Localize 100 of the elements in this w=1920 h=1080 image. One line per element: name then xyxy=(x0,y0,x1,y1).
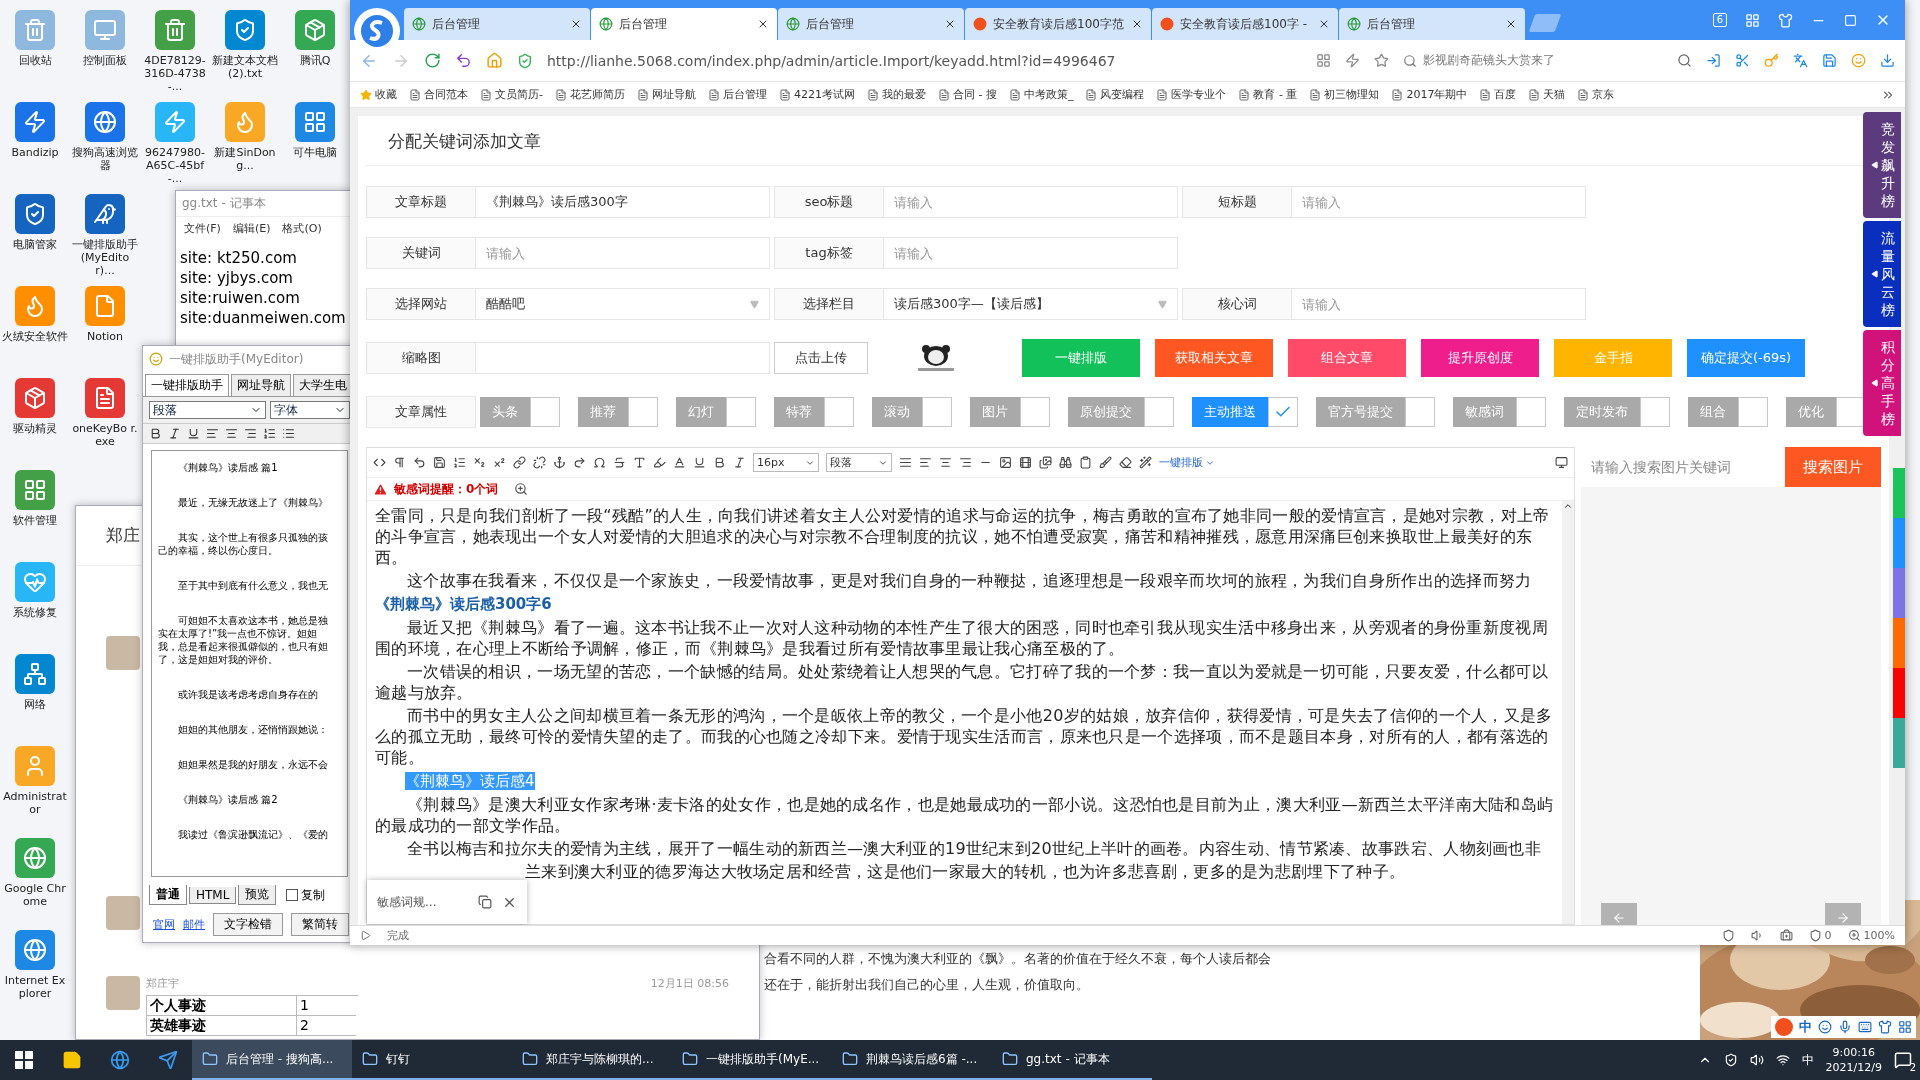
input-field[interactable]: 《荆棘鸟》读后感300字 xyxy=(476,186,770,218)
align-center-icon[interactable] xyxy=(939,456,952,469)
input-mode[interactable]: 中 xyxy=(1799,1018,1812,1036)
checkbox[interactable] xyxy=(1738,397,1768,427)
desktop-icon[interactable]: 驱动精灵 xyxy=(0,372,70,464)
strikethrough-icon[interactable] xyxy=(613,456,626,469)
translate-icon[interactable] xyxy=(1793,53,1808,68)
checkbox[interactable] xyxy=(726,397,756,427)
desktop-icon[interactable]: Administrator xyxy=(0,740,70,832)
close-icon[interactable] xyxy=(1505,18,1517,30)
align-right-icon[interactable] xyxy=(244,427,257,440)
qr-icon[interactable] xyxy=(1316,53,1331,68)
format-select[interactable]: 段落 xyxy=(826,453,892,472)
input-field[interactable]: 请输入 xyxy=(884,237,1178,269)
align-left-icon[interactable] xyxy=(919,456,932,469)
zoom-icon[interactable] xyxy=(514,482,529,496)
taskbar-item[interactable]: gg.txt - 记事本 xyxy=(992,1040,1152,1080)
font-size-select[interactable]: 16px xyxy=(753,453,819,472)
input-field[interactable] xyxy=(476,342,770,374)
close-icon[interactable] xyxy=(757,18,769,30)
font-color-icon[interactable] xyxy=(673,456,686,469)
browser-tab[interactable]: 安全教育读后感100字 - xyxy=(1152,8,1338,40)
close-icon[interactable] xyxy=(570,18,582,30)
windows-logo-icon[interactable] xyxy=(15,1051,33,1069)
browser-tab[interactable]: 后台管理 xyxy=(591,8,777,40)
align-right-icon[interactable] xyxy=(959,456,972,469)
search-field[interactable]: 影视剧奇葩镜头大赏来了 xyxy=(1403,52,1663,69)
video-icon[interactable] xyxy=(1019,456,1032,469)
menu-item[interactable]: 文件(F) xyxy=(184,221,221,236)
paper-plane-icon[interactable] xyxy=(158,1050,178,1070)
desktop-icon[interactable]: Internet Explorer xyxy=(0,924,70,1016)
numbered-list-icon[interactable] xyxy=(263,427,276,440)
checkbox[interactable] xyxy=(1268,397,1298,427)
anchor-icon[interactable] xyxy=(553,456,566,469)
desktop-icon[interactable]: Bandizip xyxy=(0,96,70,188)
checkbox[interactable] xyxy=(1020,397,1050,427)
lightning-icon[interactable] xyxy=(1345,53,1360,68)
bookmark[interactable]: 网址导航 xyxy=(637,87,696,102)
clock[interactable]: 9:00:16 2021/12/9 xyxy=(1825,1045,1882,1075)
brush-icon[interactable] xyxy=(1099,456,1112,469)
speaker-icon[interactable] xyxy=(1750,929,1764,942)
close-icon[interactable] xyxy=(1131,18,1143,30)
unlink-icon[interactable] xyxy=(533,456,546,469)
link-icon[interactable] xyxy=(513,456,526,469)
rich-text-editor[interactable] xyxy=(366,447,1575,925)
bookmark[interactable]: 百度 xyxy=(1479,87,1517,102)
tab[interactable]: 预览 xyxy=(238,885,277,905)
text-box-icon[interactable] xyxy=(633,456,646,469)
list-icon[interactable] xyxy=(453,456,466,469)
checkbox[interactable] xyxy=(1405,397,1435,427)
fullscreen-icon[interactable] xyxy=(1555,456,1568,469)
desktop-icon[interactable]: 新建SinDong... xyxy=(210,96,280,188)
tab[interactable]: 普通 xyxy=(149,885,187,905)
taskbar-item[interactable]: 后台管理 - 搜狗高... xyxy=(192,1040,352,1080)
taskbar-item[interactable]: 郑庄宇与陈柳琪的... xyxy=(512,1040,672,1080)
eraser-icon[interactable] xyxy=(1119,456,1132,469)
close-icon[interactable] xyxy=(944,18,956,30)
smile-icon[interactable] xyxy=(1818,1020,1832,1034)
search-icon[interactable] xyxy=(1677,53,1692,68)
highlighter-icon[interactable] xyxy=(653,456,666,469)
color-tab[interactable] xyxy=(1893,568,1905,618)
action-button[interactable]: 提升原创度 xyxy=(1421,339,1539,377)
download-icon[interactable] xyxy=(1880,53,1895,68)
taskbar-item[interactable]: 钉钉 xyxy=(352,1040,512,1080)
grid-icon[interactable] xyxy=(1898,1020,1912,1034)
side-tab[interactable]: 积分高手榜 xyxy=(1863,330,1901,436)
select-field[interactable]: 字体 xyxy=(269,401,350,419)
button[interactable]: 繁简转 xyxy=(291,913,349,936)
tab[interactable]: 大学生电 xyxy=(293,374,353,396)
microphone-icon[interactable] xyxy=(1838,1020,1852,1034)
desktop-icon[interactable]: 电脑管家 xyxy=(0,188,70,280)
desktop-icon[interactable]: 96247980-A65C-45bf-... xyxy=(140,96,210,188)
volume-icon[interactable] xyxy=(1749,1053,1764,1067)
bold-icon[interactable] xyxy=(713,456,726,469)
scissors-icon[interactable] xyxy=(1735,53,1750,68)
keyboard-icon[interactable] xyxy=(1858,1020,1872,1034)
color-tab[interactable] xyxy=(1893,518,1905,568)
reload-icon[interactable] xyxy=(424,52,441,69)
select-field[interactable]: 读后感300字—【读后感】 xyxy=(884,288,1178,320)
desktop-icon[interactable]: Google Chrome xyxy=(0,832,70,924)
bookmark[interactable]: 后台管理 xyxy=(708,87,767,102)
desktop-icon[interactable]: Notion xyxy=(70,280,140,372)
checkbox[interactable] xyxy=(628,397,658,427)
bookmark[interactable]: 花艺师简历 xyxy=(555,87,625,102)
bookmark[interactable]: 医学专业个 xyxy=(1156,87,1227,102)
input-method[interactable]: 中 xyxy=(1801,1051,1814,1069)
menu-item[interactable]: 格式(O) xyxy=(282,221,322,236)
clipboard-icon[interactable] xyxy=(1079,456,1092,469)
bookmark[interactable]: 4221考试网 xyxy=(779,87,855,102)
superscript-icon[interactable] xyxy=(493,456,506,469)
browser-tab[interactable]: 后台管理 xyxy=(778,8,964,40)
color-tab[interactable] xyxy=(1893,468,1905,518)
taskbar-item[interactable]: 一键排版助手(MyE... xyxy=(672,1040,832,1080)
desktop-icon[interactable]: 可牛电脑 xyxy=(280,96,350,188)
desktop-icon[interactable]: 网络 xyxy=(0,648,70,740)
bullet-list-icon[interactable] xyxy=(282,427,295,440)
checkbox[interactable] xyxy=(1640,397,1670,427)
button[interactable]: 文字检错 xyxy=(213,913,283,936)
checkbox[interactable] xyxy=(1516,397,1546,427)
menu-icon[interactable] xyxy=(1745,12,1760,28)
